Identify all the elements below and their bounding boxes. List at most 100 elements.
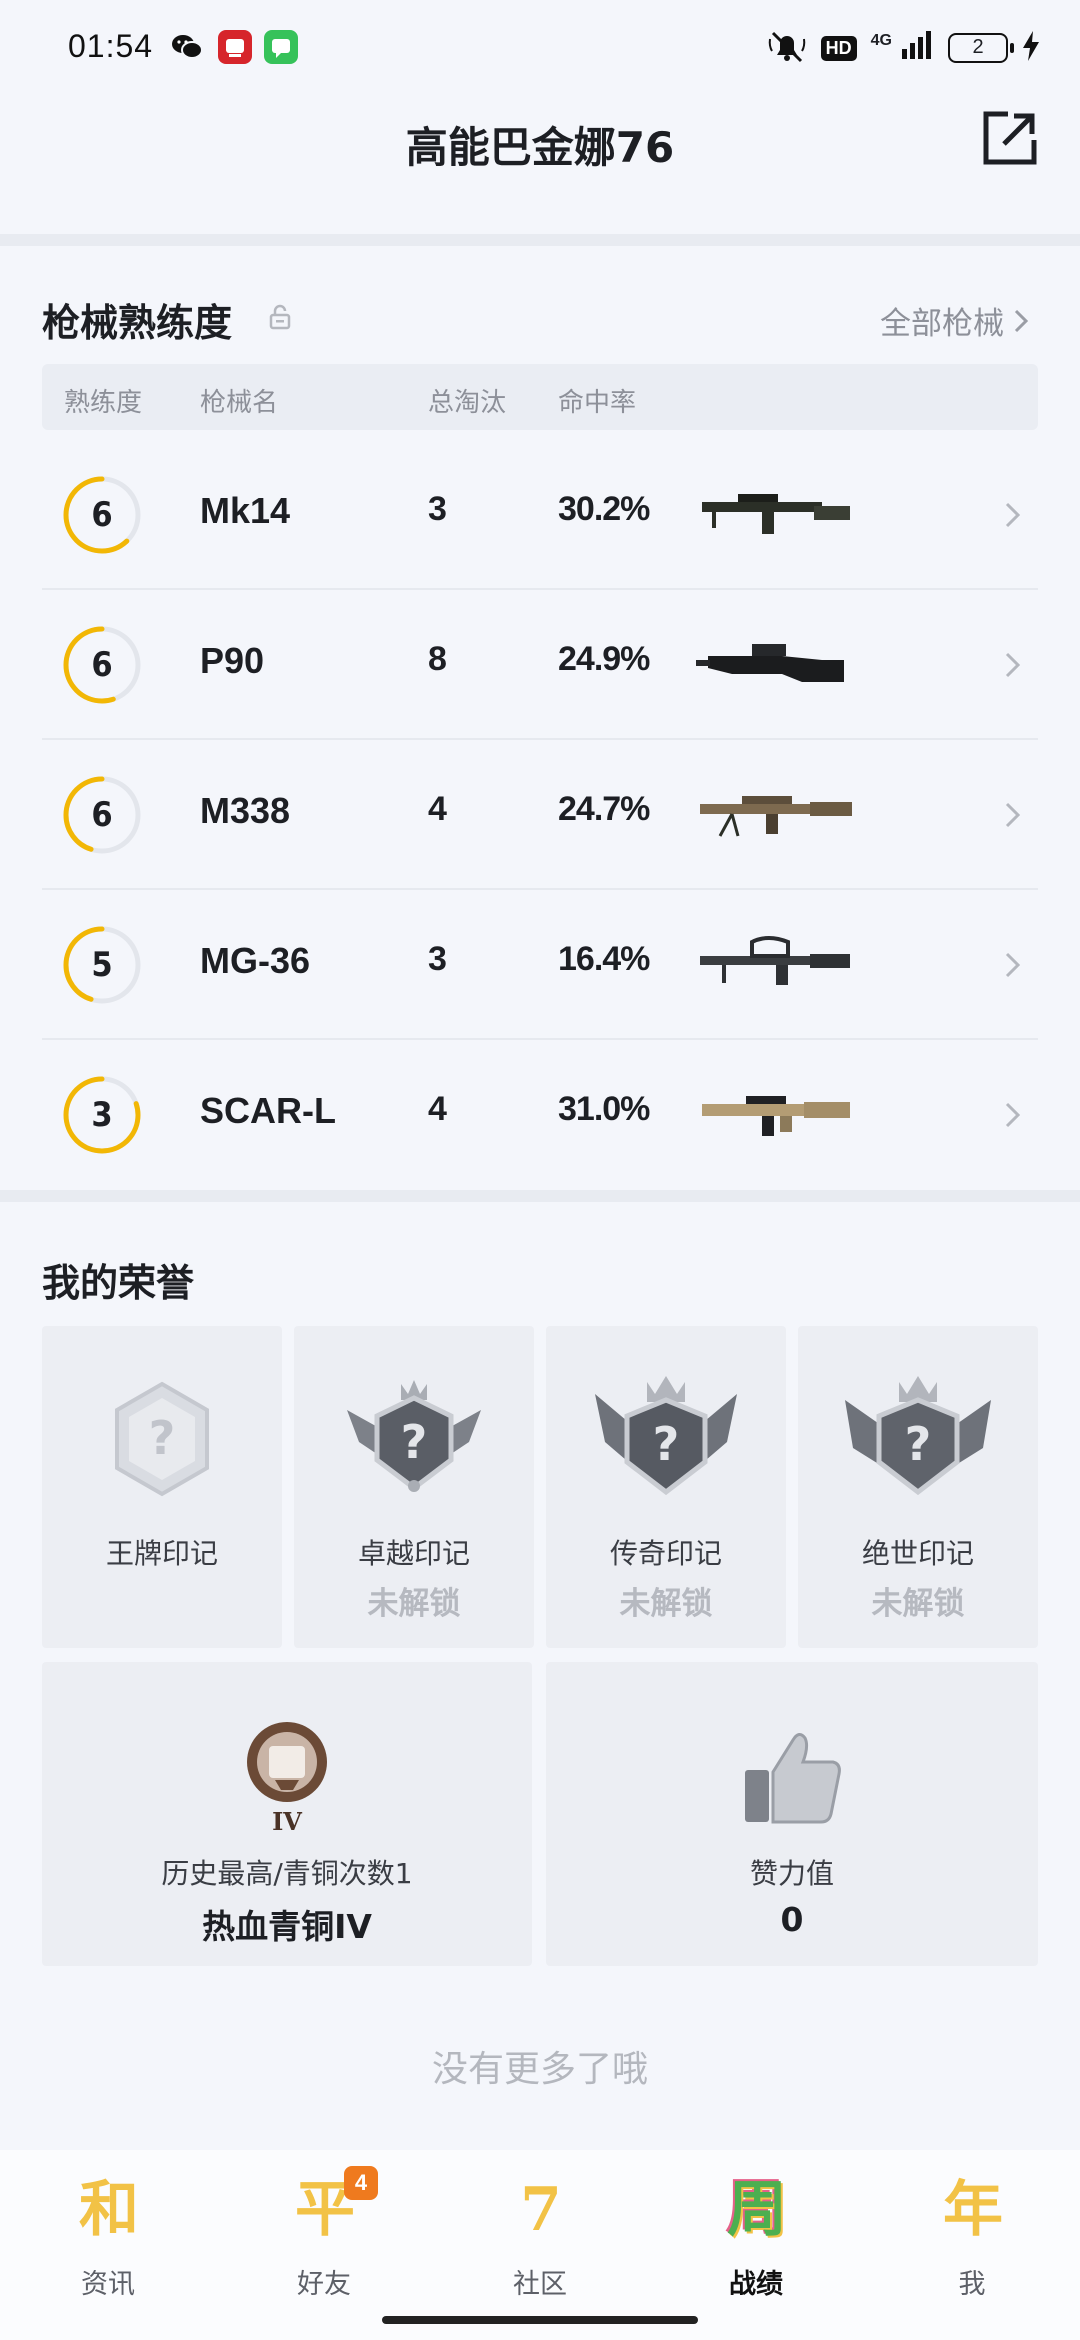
- col-kills: 总淘汰: [428, 388, 507, 418]
- weapon-mastery-title: 枪械熟练度: [42, 301, 233, 345]
- mastery-level: 5: [91, 945, 113, 985]
- honors-title: 我的荣誉: [42, 1261, 195, 1305]
- col-mastery: 熟练度: [64, 388, 143, 418]
- status-indicators: HD 4G 2: [767, 26, 1040, 70]
- honor-card-legend[interactable]: ? 传奇印记 未解锁: [546, 1326, 786, 1648]
- mastery-level: 6: [91, 645, 113, 685]
- page-title: 高能巴金娜76: [405, 123, 675, 172]
- honor-status: 未解锁: [619, 1586, 713, 1622]
- svg-text:?: ?: [905, 1417, 932, 1471]
- nav-label: 我: [958, 2269, 986, 2300]
- weapon-accuracy: 30.2%: [558, 490, 650, 528]
- chevron-right-icon: [1005, 1102, 1021, 1128]
- honor-card-peerless[interactable]: ? 绝世印记 未解锁: [798, 1326, 1038, 1648]
- game-app-icon: [218, 30, 252, 64]
- mute-icon: [767, 29, 807, 67]
- nav-item[interactable]: 和资讯: [38, 2170, 178, 2320]
- nav-label: 社区: [513, 2269, 567, 2300]
- weapon-image: [696, 644, 844, 682]
- nav-item[interactable]: 周战绩: [686, 2170, 826, 2320]
- share-icon: [983, 111, 1037, 165]
- weapon-kills: 4: [428, 790, 447, 828]
- all-weapons-label: 全部枪械: [880, 306, 1004, 342]
- rank-label: 历史最高/青铜次数1: [161, 1857, 413, 1890]
- all-weapons-link[interactable]: 全部枪械: [880, 298, 1030, 343]
- chevron-right-icon: [1005, 952, 1021, 978]
- weapon-accuracy: 31.0%: [558, 1090, 650, 1128]
- thumbs-up-icon: [745, 1733, 841, 1824]
- charging-icon: [1022, 31, 1040, 65]
- nav-item[interactable]: 平 4 好友: [254, 2166, 394, 2320]
- honor-card-ace[interactable]: ? 王牌印记: [42, 1326, 282, 1648]
- nav-label: 好友: [297, 2269, 351, 2300]
- honor-status: 未解锁: [871, 1586, 965, 1622]
- share-button[interactable]: [978, 106, 1042, 170]
- weapon-name: Mk14: [200, 490, 291, 531]
- signal-icon: [900, 31, 934, 65]
- nav-label: 战绩: [729, 2269, 783, 2300]
- chevron-right-icon: [1005, 652, 1021, 678]
- bottom-nav: 和资讯平 4 好友 7 社区周战绩年我: [0, 2150, 1080, 2340]
- chevron-right-icon: [1005, 802, 1021, 828]
- weapon-row[interactable]: 5 MG-36 3 16.4%: [42, 890, 1038, 1040]
- mastery-level: 6: [91, 795, 113, 835]
- chevron-right-icon: [1005, 502, 1021, 528]
- honor-name: 王牌印记: [105, 1537, 218, 1570]
- rank-value: 热血青铜IV: [202, 1907, 372, 1946]
- message-app-icon: [264, 30, 298, 64]
- weapon-image: [702, 494, 850, 534]
- home-indicator[interactable]: [382, 2316, 698, 2324]
- excellent-badge-icon: ?: [347, 1380, 481, 1492]
- mastery-level: 6: [91, 495, 113, 535]
- honor-name: 传奇印记: [609, 1537, 722, 1570]
- honor-name: 卓越印记: [357, 1537, 470, 1570]
- likes-card[interactable]: 赞力值 0: [546, 1662, 1038, 1966]
- col-accuracy: 命中率: [558, 388, 637, 418]
- bronze-rank-icon: IV: [247, 1722, 327, 1836]
- weapon-name: MG-36: [200, 940, 311, 981]
- nav-item[interactable]: 7 社区: [470, 2170, 610, 2320]
- weapon-name: SCAR-L: [200, 1090, 336, 1131]
- weapon-accuracy: 24.9%: [558, 640, 650, 678]
- weapon-row[interactable]: 3 SCAR-L 4 31.0%: [42, 1040, 1038, 1190]
- weapon-row[interactable]: 6 P90 8 24.9%: [42, 590, 1038, 740]
- wechat-icon: [170, 30, 204, 64]
- weapon-kills: 3: [428, 940, 447, 978]
- network-type: 4G: [870, 32, 892, 49]
- divider: [0, 234, 1080, 246]
- lock-icon: [268, 304, 292, 330]
- weapon-row[interactable]: 6 M338 4 24.7%: [42, 740, 1038, 890]
- nav-icon: 和: [79, 2175, 139, 2245]
- svg-text:?: ?: [653, 1417, 680, 1471]
- nav-item[interactable]: 年我: [902, 2170, 1042, 2320]
- weapon-row[interactable]: 6 Mk14 3 30.2%: [42, 440, 1038, 590]
- svg-text:?: ?: [149, 1411, 176, 1465]
- weapon-name: M338: [200, 790, 291, 831]
- likes-value: 0: [780, 1900, 804, 1939]
- status-time: 01:54: [68, 28, 154, 64]
- end-of-list-text: 没有更多了哦: [431, 2049, 648, 2090]
- weapon-accuracy: 24.7%: [558, 790, 650, 828]
- weapon-name: P90: [200, 640, 265, 681]
- weapon-image: [700, 796, 852, 837]
- weapon-accuracy: 16.4%: [558, 940, 650, 978]
- rank-card[interactable]: IV 历史最高/青铜次数1 热血青铜IV: [42, 1662, 532, 1966]
- weapon-kills: 8: [428, 640, 447, 678]
- status-bar: 01:54 HD 4G 2: [0, 0, 1080, 96]
- hd-icon: HD: [820, 35, 857, 61]
- chevron-right-icon: [1014, 309, 1029, 332]
- weapon-image: [702, 1096, 850, 1136]
- nav-label: 资讯: [81, 2269, 135, 2300]
- mastery-level: 3: [91, 1095, 113, 1135]
- honor-card-excellent[interactable]: ? 卓越印记 未解锁: [294, 1326, 534, 1648]
- weapon-kills: 4: [428, 1090, 447, 1128]
- ace-badge-icon: ?: [115, 1381, 209, 1497]
- peerless-badge-icon: ?: [845, 1376, 991, 1496]
- rank-tier: IV: [272, 1807, 302, 1836]
- col-weapon-name: 枪械名: [200, 388, 279, 418]
- likes-label: 赞力值: [749, 1857, 834, 1890]
- weapon-image: [700, 936, 850, 985]
- honor-status: 未解锁: [367, 1586, 461, 1622]
- nav-icon: 年: [943, 2175, 1003, 2245]
- weapon-table-header: 熟练度 枪械名 总淘汰 命中率: [42, 364, 1038, 430]
